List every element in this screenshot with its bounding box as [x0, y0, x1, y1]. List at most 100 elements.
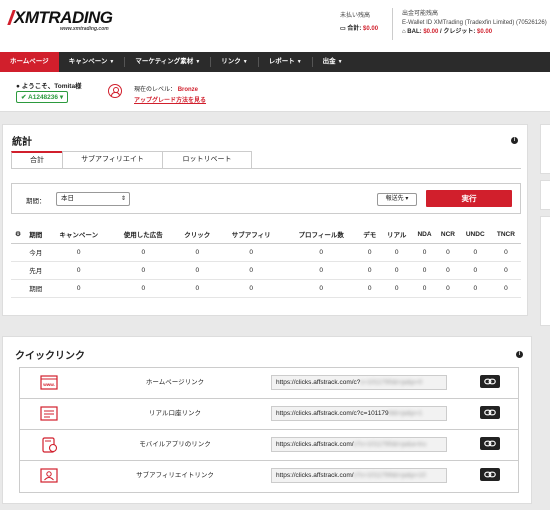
table-cell: 0	[490, 243, 521, 262]
table-cell: 0	[490, 261, 521, 280]
table-cell: 0	[46, 279, 111, 298]
table-cell: 0	[412, 261, 437, 280]
table-cell: 0	[459, 279, 491, 298]
bal-label: BAL:	[407, 29, 422, 35]
tab-underline	[11, 168, 521, 169]
table-cell: 0	[436, 279, 460, 298]
run-button[interactable]: 実行	[426, 190, 512, 207]
table-cell: 0	[436, 243, 460, 262]
column-header: サブアフィリ	[218, 226, 284, 244]
settings-gear-icon[interactable]: ⚙	[11, 226, 25, 244]
tab-total[interactable]: 合計	[11, 151, 63, 168]
period-select[interactable]: 本日 ⇕	[56, 192, 130, 206]
column-header: 使用した広告	[110, 226, 176, 244]
chain-link-icon	[484, 471, 496, 478]
table-cell: 0	[412, 279, 437, 298]
table-cell: 0	[412, 243, 437, 262]
welcome-message: ● ようこそ、Tomita様	[16, 83, 82, 90]
table-cell: 0	[380, 279, 413, 298]
column-header: NDA	[412, 226, 437, 244]
info-icon[interactable]: i	[516, 351, 523, 358]
top-header: XMTRADING www.xmtrading.com 未払い残高 ▭ 合計: …	[0, 0, 550, 52]
chevron-down-icon: ▼	[195, 59, 201, 65]
list-item: リアル口座リンク https://clicks.affstrack.com/c?…	[20, 399, 518, 430]
mobile-app-icon	[42, 437, 58, 453]
tab-lot-rebate[interactable]: ロットリベート	[162, 151, 252, 168]
table-cell: 0	[436, 261, 460, 280]
check-icon: ✔	[21, 94, 29, 101]
quick-links-list: www. ホームページリンク https://clicks.affstrack.…	[19, 367, 519, 493]
link-url-field[interactable]: https://clicks.affstrack.com/c?c=1011795…	[271, 437, 447, 452]
select-arrows-icon: ⇕	[120, 196, 126, 202]
nav-links[interactable]: リンク ▼	[211, 52, 257, 72]
link-url-field[interactable]: https://clicks.affstrack.com/c?c=1011799…	[271, 468, 447, 483]
copy-link-button[interactable]	[480, 437, 500, 450]
chevron-down-icon: ▾	[59, 94, 64, 101]
profile-level-icon	[108, 84, 122, 98]
column-header: クリック	[175, 226, 219, 244]
chevron-down-icon: ▼	[242, 59, 248, 65]
user-bar: ● ようこそ、Tomita様 ✔ A1248236 ▾ 現在のレベル： Bron…	[0, 72, 550, 112]
side-panel-edge	[540, 180, 550, 210]
upgrade-link[interactable]: アップグレード方法を見る	[134, 95, 206, 104]
sub-affiliate-icon	[40, 468, 58, 483]
table-cell: 0	[358, 279, 381, 298]
side-panel-edge	[540, 216, 550, 326]
filter-bar: 期間： 本日 ⇕ 報送先 ▾ 実行	[11, 183, 521, 214]
credit-value: $0.00	[477, 29, 493, 35]
table-cell: 0	[218, 261, 284, 280]
nav-marketing[interactable]: マーケティング素材 ▼	[125, 52, 210, 72]
withdraw-label: 出金可能残高	[402, 11, 439, 17]
unpaid-total-value: $0.00	[363, 26, 379, 32]
nav-withdrawal[interactable]: 出金 ▼	[313, 52, 353, 72]
table-cell: 0	[380, 243, 413, 262]
table-cell: 0	[358, 261, 381, 280]
list-item: www. ホームページリンク https://clicks.affstrack.…	[20, 368, 518, 399]
currency-dropdown[interactable]: 報送先 ▾	[377, 193, 417, 206]
level-label: 現在のレベル：	[134, 87, 177, 93]
column-header: キャンペーン	[46, 226, 111, 244]
stats-title: 統計	[12, 137, 32, 148]
column-header: リアル	[380, 226, 413, 244]
info-icon[interactable]: i	[511, 137, 518, 144]
link-name: リアル口座リンク	[149, 410, 201, 417]
row-period: 今月	[25, 243, 47, 262]
ewallet-id: E-Wallet ID XMTrading (Tradexfin Limited…	[402, 20, 547, 26]
column-header: NCR	[436, 226, 460, 244]
nav-campaign[interactable]: キャンペーン ▼	[59, 52, 125, 72]
table-cell: 0	[110, 243, 176, 262]
copy-link-button[interactable]	[480, 406, 500, 419]
column-header: デモ	[358, 226, 381, 244]
chain-link-icon	[484, 378, 496, 385]
unpaid-balance: 未払い残高 ▭ 合計: $0.00	[340, 10, 378, 32]
account-selector[interactable]: ✔ A1248236 ▾	[16, 91, 69, 103]
nav-reports[interactable]: レポート ▼	[259, 52, 312, 72]
table-cell: 0	[175, 279, 219, 298]
link-url-field[interactable]: https://clicks.affstrack.com/c?c=1011795…	[271, 375, 447, 390]
stats-panel: 統計 i 合計 サブアフィリエイト ロットリベート 期間： 本日 ⇕ 報送先 ▾ …	[2, 124, 528, 316]
table-cell: 0	[283, 261, 359, 280]
column-header: プロフィール数	[283, 226, 359, 244]
table-header-row: ⚙ 期間 キャンペーン 使用した広告 クリック サブアフィリ プロフィール数 デ…	[11, 226, 521, 244]
table-row: 先月 0 0 0 0 0 0 0 0 0 0 0	[11, 261, 521, 280]
link-name: サブアフィリエイトリンク	[136, 472, 214, 479]
column-header: 期間	[25, 226, 47, 244]
quick-links-panel: クイックリンク i www. ホームページリンク https://clicks.…	[2, 336, 532, 504]
list-item: モバイルアプリのリンク https://clicks.affstrack.com…	[20, 430, 518, 461]
side-panel-edge	[540, 124, 550, 174]
copy-link-button[interactable]	[480, 468, 500, 481]
xmtrading-logo[interactable]: XMTRADING www.xmtrading.com	[7, 8, 113, 32]
chevron-down-icon: ▼	[337, 59, 343, 65]
list-item: サブアフィリエイトリンク https://clicks.affstrack.co…	[20, 461, 518, 492]
table-cell: 0	[283, 279, 359, 298]
copy-link-button[interactable]	[480, 375, 500, 388]
svg-text:www.: www.	[42, 382, 55, 387]
nav-homepage[interactable]: ホームページ	[0, 52, 59, 72]
quick-links-title: クイックリンク	[15, 351, 85, 362]
chevron-down-icon: ▼	[296, 59, 302, 65]
tab-sub-affiliate[interactable]: サブアフィリエイト	[62, 151, 163, 168]
chevron-down-icon: ▾	[405, 196, 409, 202]
link-url-field[interactable]: https://clicks.affstrack.com/c?c=1011798…	[271, 406, 447, 421]
table-cell: 0	[490, 279, 521, 298]
header-divider	[392, 8, 393, 40]
